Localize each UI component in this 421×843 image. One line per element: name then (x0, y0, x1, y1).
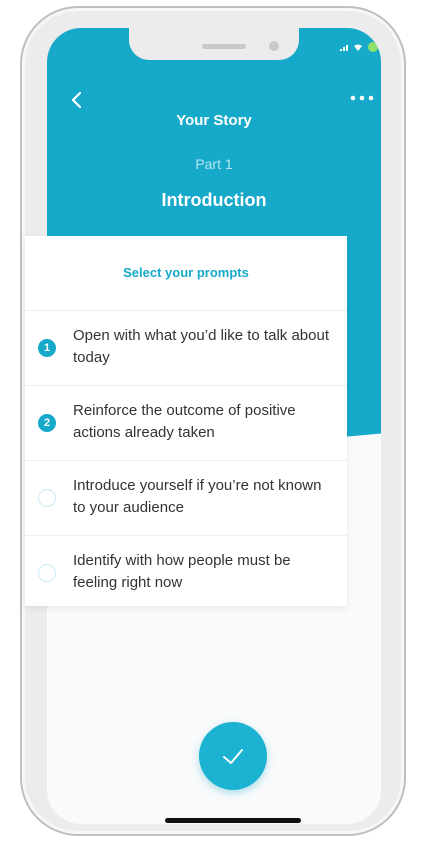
prompt-option[interactable]: 2 Reinforce the outcome of positive acti… (25, 386, 347, 461)
prompt-text: Introduce yourself if you’re not known t… (73, 477, 322, 516)
app-title: Your Story (176, 112, 252, 129)
prompt-text: Identify with how people must be feeling… (73, 552, 291, 591)
confirm-button[interactable] (199, 722, 267, 790)
unselected-radio[interactable] (38, 489, 56, 507)
status-bar (340, 42, 380, 52)
unselected-radio[interactable] (38, 564, 56, 582)
prompt-option[interactable]: Identify with how people must be feeling… (25, 536, 347, 610)
card-heading: Select your prompts (25, 236, 347, 311)
prompt-text: Open with what you’d like to talk about … (73, 327, 329, 366)
selected-number-badge[interactable]: 1 (38, 339, 56, 357)
back-icon[interactable] (65, 88, 89, 112)
battery-icon (368, 42, 378, 52)
more-dots-icon[interactable] (347, 86, 379, 110)
part-label: Part 1 (195, 156, 233, 172)
front-camera (269, 41, 279, 51)
signal-icon (340, 45, 348, 51)
prompt-text: Reinforce the outcome of positive action… (73, 402, 296, 441)
wifi-icon (354, 44, 362, 51)
prompt-card: Select your prompts 1 Open with what you… (25, 236, 347, 606)
speaker-grille (202, 44, 246, 49)
section-title: Introduction (161, 190, 267, 210)
selected-number-badge[interactable]: 2 (38, 414, 56, 432)
prompt-option[interactable]: Introduce yourself if you’re not known t… (25, 461, 347, 536)
home-indicator (165, 818, 301, 823)
prompt-option[interactable]: 1 Open with what you’d like to talk abou… (25, 311, 347, 386)
checkmark-icon (223, 749, 243, 764)
